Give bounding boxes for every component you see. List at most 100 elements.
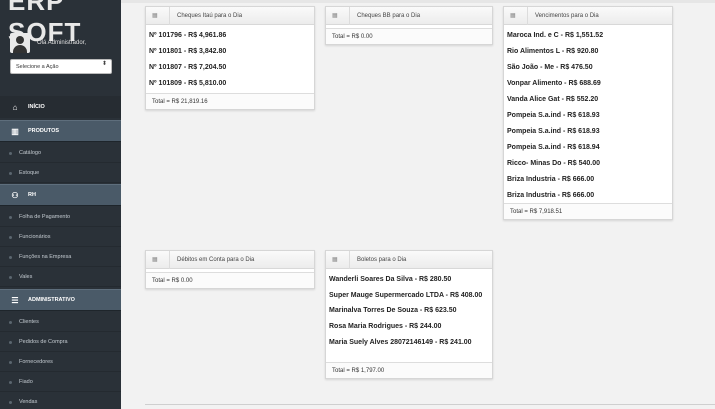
- nav-item-label: Fornecedores: [19, 359, 53, 365]
- card-body: Wanderli Soares Da Silva - R$ 280.50 Sup…: [326, 269, 492, 351]
- home-icon: ⌂: [12, 102, 18, 112]
- user-greeting: Olá Administrador,: [37, 40, 87, 46]
- card-total: Total = R$ 7,918.51: [504, 203, 672, 219]
- nav-item-fiado[interactable]: Fiado: [0, 373, 121, 392]
- card-title: Cheques BB para o Dia: [357, 12, 421, 19]
- bullet-icon: [9, 340, 12, 344]
- users-icon: ⚇: [11, 190, 19, 200]
- card-cheques-bb: ▦ Cheques BB para o Dia Total = R$ 0.00: [325, 6, 493, 45]
- card-total: Total = R$ 0.00: [146, 272, 314, 288]
- list-item: Ricco- Minas Do - R$ 540.00: [507, 160, 600, 167]
- nav-item-pedidos-de-compra[interactable]: Pedidos de Compra: [0, 333, 121, 352]
- nav-item-label: Vendas: [19, 399, 38, 405]
- bullet-icon: [9, 275, 12, 279]
- nav-item-label: Estoque: [19, 170, 40, 176]
- list-item: Briza Industria - R$ 666.00: [507, 176, 595, 183]
- avatar: [10, 33, 30, 53]
- list-icon: ☰: [11, 295, 19, 305]
- card-title: Cheques Itaú para o Dia: [177, 12, 243, 19]
- nav-item-label: Vales: [19, 274, 33, 280]
- list-item: Nº 101807 - R$ 7,204.50: [149, 64, 227, 71]
- bullet-icon: [9, 151, 12, 155]
- nav-item-label: Fiado: [19, 379, 33, 385]
- list-item: Rio Alimentos L - R$ 920.80: [507, 48, 599, 55]
- action-select[interactable]: Selecione a Ação ⬍: [10, 59, 112, 74]
- bullet-icon: [9, 320, 12, 324]
- nav-inicio-label: INÍCIO: [28, 104, 45, 110]
- card-total: Total = R$ 0.00: [326, 28, 492, 44]
- action-select-value: Selecione a Ação: [16, 64, 59, 70]
- list-item: São João - Me - R$ 476.50: [507, 64, 593, 71]
- card-title: Débitos em Conta para o Dia: [177, 256, 255, 263]
- nav-item-clientes[interactable]: Clientes: [0, 313, 121, 332]
- card-body: Nº 101796 - R$ 4,961.86 Nº 101801 - R$ 3…: [146, 25, 314, 92]
- table-icon: ▦: [510, 13, 516, 19]
- nav-item-funcoes-na-empresa[interactable]: Funções na Empresa: [0, 248, 121, 267]
- divider: [527, 6, 528, 25]
- card-title: Boletos para o Dia: [357, 256, 407, 263]
- table-icon: ▦: [332, 13, 338, 19]
- table-icon: ▦: [152, 257, 158, 263]
- top-shade: [121, 0, 715, 3]
- card-boletos: ▦ Boletos para o Dia Wanderli Soares Da …: [325, 250, 493, 379]
- divider: [169, 6, 170, 25]
- card-vencimentos: ▦ Vencimentos para o Dia Maroca Ind. e C…: [503, 6, 673, 220]
- nav-item-folha-de-pagamento[interactable]: Folha de Pagamento: [0, 208, 121, 227]
- nav-item-label: Folha de Pagamento: [19, 214, 71, 220]
- nav-item-label: Funcionários: [19, 234, 51, 240]
- nav-rh-label: RH: [28, 192, 36, 198]
- nav-item-label: Clientes: [19, 319, 39, 325]
- list-item: Rosa Maria Rodrigues - R$ 244.00: [329, 323, 442, 330]
- user-info: Olá Administrador,: [10, 33, 86, 53]
- nav-administrativo[interactable]: ☰ ADMINISTRATIVO: [0, 289, 121, 311]
- nav-produtos-label: PRODUTOS: [28, 128, 60, 134]
- divider: [169, 250, 170, 269]
- nav-item-catalogo[interactable]: Catálogo: [0, 144, 121, 163]
- nav-inicio[interactable]: ⌂ INÍCIO: [0, 96, 121, 118]
- bullet-icon: [9, 255, 12, 259]
- table-icon: ▦: [332, 257, 338, 263]
- bullet-icon: [9, 171, 12, 175]
- list-item: Pompeia S.a.ind - R$ 618.94: [507, 144, 600, 151]
- card-body: Maroca Ind. e C - R$ 1,551.52 Rio Alimen…: [504, 25, 672, 204]
- card-total: Total = R$ 21,819.16: [146, 93, 314, 109]
- nav-item-label: Pedidos de Compra: [19, 339, 68, 345]
- nav-produtos[interactable]: ▥ PRODUTOS: [0, 120, 121, 142]
- card-total: Total = R$ 1,797.00: [326, 362, 492, 378]
- nav-rh[interactable]: ⚇ RH: [0, 184, 121, 206]
- building-icon: ▥: [11, 126, 19, 136]
- nav-item-label: Funções na Empresa: [19, 254, 72, 260]
- divider: [349, 250, 350, 269]
- nav-item-fornecedores[interactable]: Fornecedores: [0, 353, 121, 372]
- card-header: ▦ Cheques BB para o Dia: [326, 6, 492, 25]
- list-item: Nº 101809 - R$ 5,810.00: [149, 80, 227, 87]
- list-item: Pompeia S.a.ind - R$ 618.93: [507, 112, 600, 119]
- card-header: ▦ Boletos para o Dia: [326, 250, 492, 269]
- card-title: Vencimentos para o Dia: [535, 12, 599, 19]
- divider: [145, 404, 715, 405]
- sidebar: ERP SOFT Olá Administrador, Selecione a …: [0, 0, 121, 409]
- list-item: Wanderli Soares Da Silva - R$ 280.50: [329, 276, 452, 283]
- nav-item-vales[interactable]: Vales: [0, 268, 121, 287]
- list-item: Nº 101796 - R$ 4,961.86: [149, 32, 227, 39]
- list-item: Maria Suely Alves 28072146149 - R$ 241.0…: [329, 339, 472, 346]
- bullet-icon: [9, 360, 12, 364]
- list-item: Maroca Ind. e C - R$ 1,551.52: [507, 32, 604, 39]
- bullet-icon: [9, 400, 12, 404]
- nav-item-estoque[interactable]: Estoque: [0, 164, 121, 183]
- card-debitos: ▦ Débitos em Conta para o Dia Total = R$…: [145, 250, 315, 289]
- list-item: Vanda Alice Gat - R$ 552.20: [507, 96, 599, 103]
- table-icon: ▦: [152, 13, 158, 19]
- nav-administrativo-label: ADMINISTRATIVO: [28, 297, 75, 303]
- divider: [349, 6, 350, 25]
- list-item: Nº 101801 - R$ 3,842.80: [149, 48, 227, 55]
- card-cheques-itau: ▦ Cheques Itaú para o Dia Nº 101796 - R$…: [145, 6, 315, 110]
- bullet-icon: [9, 235, 12, 239]
- list-item: Pompeia S.a.ind - R$ 618.93: [507, 128, 600, 135]
- nav-item-vendas[interactable]: Vendas: [0, 393, 121, 409]
- nav-item-label: Catálogo: [19, 150, 42, 156]
- list-item: Super Mauge Supermercado LTDA - R$ 408.0…: [329, 292, 483, 299]
- card-header: ▦ Débitos em Conta para o Dia: [146, 250, 314, 269]
- bullet-icon: [9, 215, 12, 219]
- nav-item-funcionarios[interactable]: Funcionários: [0, 228, 121, 247]
